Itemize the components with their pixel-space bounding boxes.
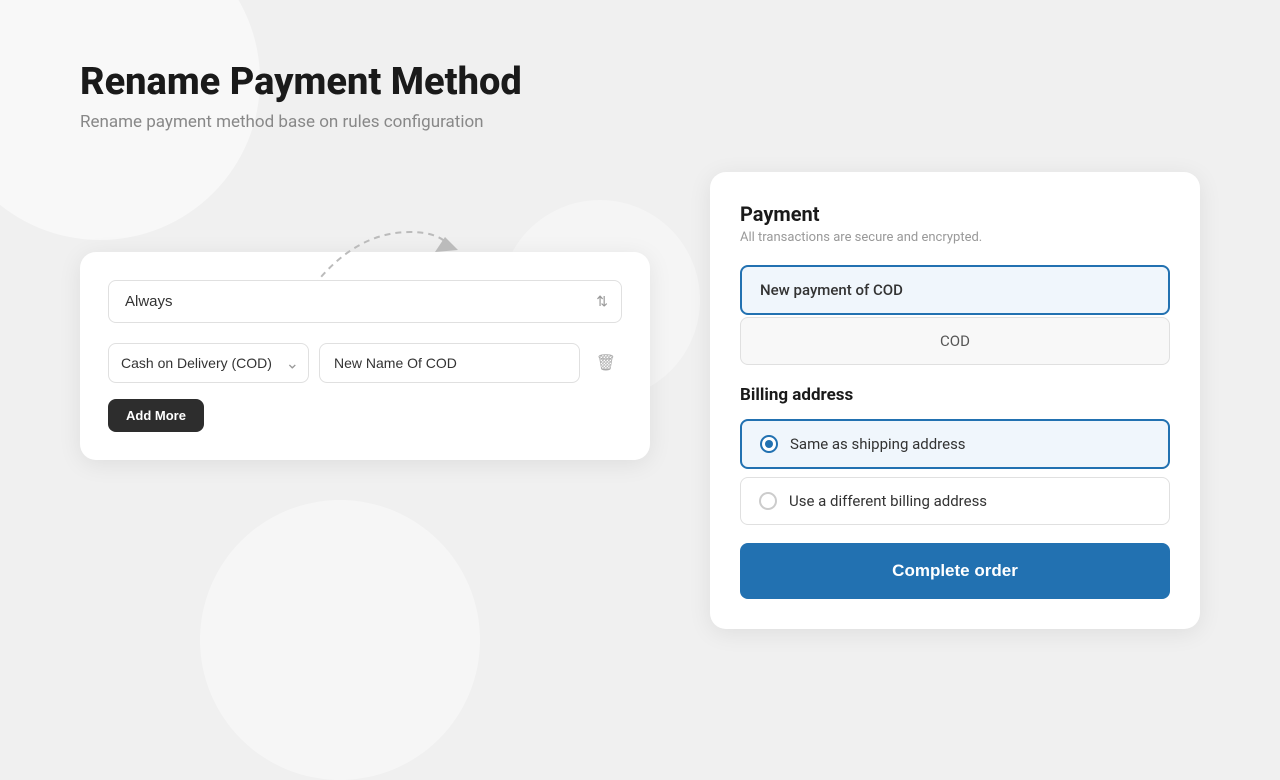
new-name-input[interactable] [319, 343, 580, 383]
left-panel: Always Sometimes Never Cash on Delivery … [80, 172, 650, 460]
payment-secure-text: All transactions are secure and encrypte… [740, 230, 1170, 245]
payment-card: Payment All transactions are secure and … [710, 172, 1200, 629]
right-panel: Payment All transactions are secure and … [710, 172, 1200, 629]
secondary-payment-option: COD [740, 317, 1170, 365]
config-card: Always Sometimes Never Cash on Delivery … [80, 252, 650, 460]
billing-same-shipping-label: Same as shipping address [790, 435, 966, 453]
delete-rule-button[interactable]: 🗑 [590, 347, 622, 379]
header-section: Rename Payment Method Rename payment met… [80, 60, 1200, 132]
billing-option-same-as-shipping[interactable]: Same as shipping address [740, 419, 1170, 469]
condition-select-wrapper: Always Sometimes Never [108, 280, 622, 323]
rule-row: Cash on Delivery (COD) Credit Card PayPa… [108, 343, 622, 383]
delete-icon: 🗑 [596, 353, 616, 373]
payment-method-select-wrapper: Cash on Delivery (COD) Credit Card PayPa… [108, 343, 309, 383]
billing-option-different-address[interactable]: Use a different billing address [740, 477, 1170, 525]
page-subtitle: Rename payment method base on rules conf… [80, 112, 1200, 132]
add-more-button[interactable]: Add More [108, 399, 204, 432]
payment-method-select[interactable]: Cash on Delivery (COD) Credit Card PayPa… [108, 343, 309, 383]
radio-same-shipping-selected [760, 435, 778, 453]
complete-order-button[interactable]: Complete order [740, 543, 1170, 599]
selected-payment-option[interactable]: New payment of COD [740, 265, 1170, 315]
billing-different-address-label: Use a different billing address [789, 492, 987, 510]
billing-section-title: Billing address [740, 385, 1170, 405]
condition-select[interactable]: Always Sometimes Never [108, 280, 622, 323]
page-title: Rename Payment Method [80, 60, 1200, 104]
radio-different-address-unselected [759, 492, 777, 510]
payment-card-title: Payment [740, 202, 1170, 226]
